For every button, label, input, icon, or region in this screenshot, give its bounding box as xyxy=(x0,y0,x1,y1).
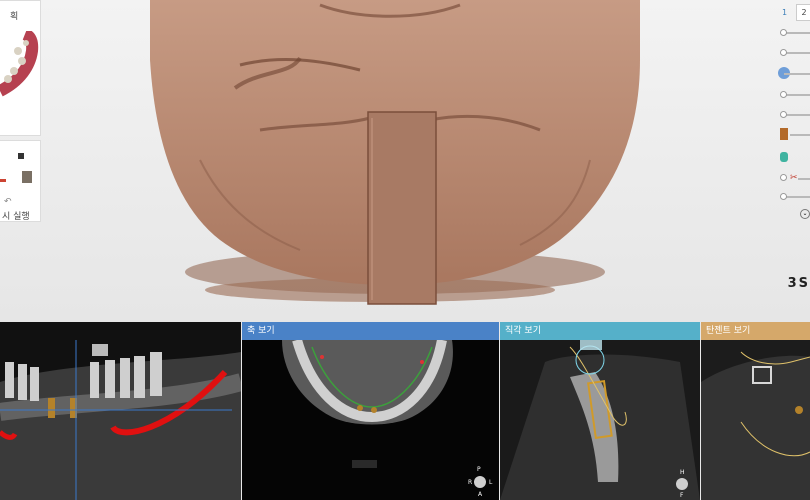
orient-top: P xyxy=(477,466,481,473)
axial-title: 축 보기 xyxy=(247,326,275,336)
scissors-icon[interactable]: ✂ xyxy=(790,173,798,183)
slider-handle[interactable] xyxy=(780,193,787,200)
orient-right: L xyxy=(489,479,493,486)
left-panel-plan: 획 xyxy=(0,0,41,136)
orient-left: R xyxy=(468,479,473,486)
orthogonal-header[interactable]: 직각 보기 xyxy=(500,322,700,340)
slider-handle[interactable] xyxy=(780,49,787,56)
left-panel-tools: ↶ 시 실행 xyxy=(0,140,41,222)
run-label[interactable]: 시 실행 xyxy=(2,209,30,222)
orient-top: H xyxy=(680,469,685,476)
volume-render xyxy=(150,0,640,305)
orient-bottom: F xyxy=(680,492,684,499)
tooth-icon[interactable] xyxy=(780,152,788,162)
axial-slice-image xyxy=(242,322,499,500)
brand-logo-text: 3S xyxy=(787,276,810,291)
implant-tool-icon[interactable] xyxy=(22,171,32,183)
orthogonal-view[interactable]: 직각 보기 H F xyxy=(500,322,700,500)
tool-icon[interactable] xyxy=(18,153,24,159)
refresh-icon[interactable]: ↶ xyxy=(4,197,12,207)
slider-handle[interactable] xyxy=(780,174,787,181)
slider-handle[interactable] xyxy=(780,111,787,118)
slider-5[interactable] xyxy=(784,114,810,116)
tangent-header[interactable]: 탄젠트 보기 xyxy=(701,322,810,340)
slider-7[interactable] xyxy=(798,178,810,180)
orient-bottom: A xyxy=(478,491,483,498)
axial-header[interactable]: 축 보기 xyxy=(242,322,499,340)
slider-8[interactable] xyxy=(784,196,810,198)
viewport-3d[interactable]: 획 ↶ 시 실행 1 2 ✂ ⌄ 3S xyxy=(0,0,810,322)
panel-title-fragment: 획 xyxy=(10,12,19,22)
panoramic-view[interactable] xyxy=(0,322,241,500)
slider-6[interactable] xyxy=(790,134,810,136)
panoramic-image xyxy=(0,322,241,500)
tangent-title: 탄젠트 보기 xyxy=(706,326,751,336)
opacity-slider[interactable] xyxy=(784,32,810,34)
implant-icon[interactable] xyxy=(780,128,788,140)
tangent-slice-image xyxy=(701,322,810,500)
slider-handle[interactable] xyxy=(780,91,787,98)
marker-icon xyxy=(0,179,6,182)
right-toolbar: 1 2 ✂ ⌄ xyxy=(770,0,810,230)
slider-3[interactable] xyxy=(784,73,810,75)
page-number-2[interactable]: 2 xyxy=(796,4,810,21)
axial-view[interactable]: 축 보기 P R L A xyxy=(242,322,499,500)
tangent-view[interactable]: 탄젠트 보기 xyxy=(701,322,810,500)
slider-4[interactable] xyxy=(784,94,810,96)
slider-handle[interactable] xyxy=(780,29,787,36)
orthogonal-title: 직각 보기 xyxy=(505,326,541,336)
orthogonal-slice-image xyxy=(500,322,700,500)
chevron-down-icon[interactable]: ⌄ xyxy=(800,209,810,219)
page-number-1[interactable]: 1 xyxy=(782,8,787,17)
dental-arch-thumbnail[interactable] xyxy=(0,31,40,111)
slider-2[interactable] xyxy=(784,52,810,54)
